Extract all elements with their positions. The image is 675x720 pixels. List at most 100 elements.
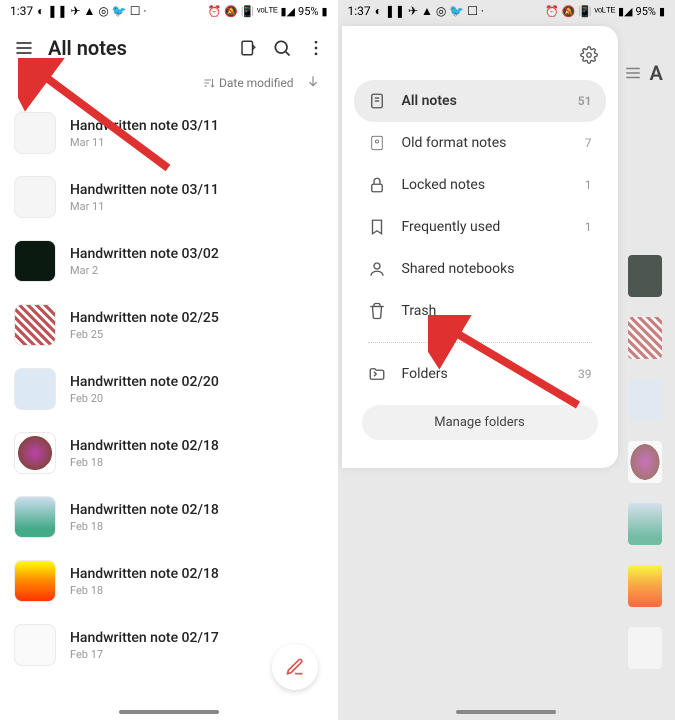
drawer-item-trash[interactable]: Trash bbox=[354, 290, 606, 332]
nav-bar-handle[interactable] bbox=[119, 710, 219, 714]
status-bar: 1:37 ◐ ❚❚ ✈ ▲ ◎ 🐦 ☐ · ⏰ 🔕 📳 ᵛᵒᴸᵀᴱ ▮◢ 95%… bbox=[0, 0, 338, 22]
page-title: All notes bbox=[48, 36, 224, 60]
status-left-icons: ◐ ❚❚ ✈ ▲ ◎ 🐦 ☐ · bbox=[375, 4, 484, 18]
battery-percent: 95% bbox=[636, 5, 656, 18]
drawer-item-label: Shared notebooks bbox=[402, 261, 576, 277]
note-date: Feb 20 bbox=[70, 392, 324, 405]
behind-content: A bbox=[618, 45, 675, 669]
notes-icon bbox=[368, 92, 386, 110]
note-date: Feb 18 bbox=[70, 584, 324, 597]
note-date: Mar 11 bbox=[70, 136, 324, 149]
note-title: Handwritten note 02/18 bbox=[70, 502, 324, 518]
phone-screen-list: 1:37 ◐ ❚❚ ✈ ▲ ◎ 🐦 ☐ · ⏰ 🔕 📳 ᵛᵒᴸᵀᴱ ▮◢ 95%… bbox=[0, 0, 338, 720]
note-title: Handwritten note 03/11 bbox=[70, 182, 324, 198]
peek-thumbnail bbox=[628, 255, 662, 297]
drawer-item-label: Trash bbox=[402, 303, 592, 319]
manage-folders-label: Manage folders bbox=[434, 415, 525, 430]
note-title: Handwritten note 02/17 bbox=[70, 630, 324, 646]
drawer-item-label: Locked notes bbox=[402, 177, 569, 193]
bookmark-icon bbox=[368, 218, 386, 236]
drawer-divider bbox=[368, 342, 592, 343]
note-item[interactable]: Handwritten note 03/11 Mar 11 bbox=[14, 101, 324, 165]
menu-icon[interactable] bbox=[14, 38, 34, 58]
note-thumbnail bbox=[14, 496, 56, 538]
trash-icon bbox=[368, 302, 386, 320]
drawer-item-count: 1 bbox=[585, 178, 592, 192]
old-format-icon bbox=[368, 134, 386, 152]
note-thumbnail bbox=[14, 240, 56, 282]
status-right-icons: ⏰ 🔕 📳 ᵛᵒᴸᵀᴱ ▮◢ 95% ▮ bbox=[208, 5, 328, 18]
note-title: Handwritten note 03/11 bbox=[70, 118, 324, 134]
status-bar: 1:37 ◐ ❚❚ ✈ ▲ ◎ 🐦 ☐ · ⏰ 🔕 📳 ᵛᵒᴸᵀᴱ ▮◢ 95%… bbox=[338, 0, 675, 22]
sort-row: Date modified bbox=[0, 70, 338, 101]
note-date: Mar 11 bbox=[70, 200, 324, 213]
peek-thumbnail bbox=[628, 317, 662, 359]
note-date: Mar 2 bbox=[70, 264, 324, 277]
pdf-icon[interactable] bbox=[238, 38, 258, 58]
shared-icon bbox=[368, 260, 386, 278]
nav-bar-handle[interactable] bbox=[456, 710, 556, 714]
settings-icon[interactable] bbox=[580, 46, 598, 64]
drawer-item-old-format[interactable]: Old format notes 7 bbox=[354, 122, 606, 164]
note-title: Handwritten note 02/20 bbox=[70, 374, 324, 390]
more-icon[interactable] bbox=[306, 38, 326, 58]
peek-thumbnail bbox=[628, 503, 662, 545]
compose-fab[interactable] bbox=[272, 644, 318, 690]
phone-screen-drawer: 1:37 ◐ ❚❚ ✈ ▲ ◎ 🐦 ☐ · ⏰ 🔕 📳 ᵛᵒᴸᵀᴱ ▮◢ 95%… bbox=[338, 0, 675, 720]
search-icon[interactable] bbox=[272, 38, 292, 58]
note-item[interactable]: Handwritten note 03/02 Mar 2 bbox=[14, 229, 324, 293]
drawer-item-folders[interactable]: Folders 39 bbox=[354, 353, 606, 395]
note-thumbnail bbox=[14, 432, 56, 474]
status-time: 1:37 bbox=[10, 4, 33, 18]
title-fragment: A bbox=[650, 61, 663, 85]
note-thumbnail bbox=[14, 112, 56, 154]
note-title: Handwritten note 02/25 bbox=[70, 310, 324, 326]
note-date: Feb 25 bbox=[70, 328, 324, 341]
folder-icon bbox=[368, 365, 386, 383]
note-thumbnail bbox=[14, 176, 56, 218]
status-time: 1:37 bbox=[348, 4, 371, 18]
drawer-item-all-notes[interactable]: All notes 51 bbox=[354, 80, 606, 122]
drawer-item-count: 7 bbox=[585, 136, 592, 150]
note-item[interactable]: Handwritten note 02/20 Feb 20 bbox=[14, 357, 324, 421]
manage-folders-button[interactable]: Manage folders bbox=[362, 405, 598, 440]
note-item[interactable]: Handwritten note 03/11 Mar 11 bbox=[14, 165, 324, 229]
note-date: Feb 18 bbox=[70, 520, 324, 533]
battery-percent: 95% bbox=[298, 5, 318, 18]
sort-direction-icon[interactable] bbox=[306, 74, 320, 91]
drawer-item-locked[interactable]: Locked notes 1 bbox=[354, 164, 606, 206]
peek-thumbnail bbox=[628, 627, 662, 669]
drawer-item-count: 1 bbox=[585, 220, 592, 234]
drawer-item-label: Folders bbox=[402, 366, 563, 382]
note-thumbnail bbox=[14, 368, 56, 410]
drawer-item-label: Frequently used bbox=[402, 219, 569, 235]
note-item[interactable]: Handwritten note 02/18 Feb 18 bbox=[14, 485, 324, 549]
note-item[interactable]: Handwritten note 02/25 Feb 25 bbox=[14, 293, 324, 357]
drawer-item-label: Old format notes bbox=[402, 135, 569, 151]
drawer-item-shared[interactable]: Shared notebooks bbox=[354, 248, 606, 290]
note-title: Handwritten note 03/02 bbox=[70, 246, 324, 262]
note-thumbnail bbox=[14, 560, 56, 602]
status-left-icons: ◐ ❚❚ ✈ ▲ ◎ 🐦 ☐ · bbox=[37, 4, 146, 18]
note-list[interactable]: Handwritten note 03/11 Mar 11 Handwritten… bbox=[0, 101, 338, 677]
peek-thumbnail bbox=[628, 441, 662, 483]
note-title: Handwritten note 02/18 bbox=[70, 566, 324, 582]
note-thumbnail bbox=[14, 304, 56, 346]
drawer-item-count: 39 bbox=[578, 367, 592, 381]
nav-drawer: All notes 51 Old format notes 7 Locked n… bbox=[342, 26, 618, 468]
drawer-item-count: 51 bbox=[578, 94, 592, 108]
sort-toggle[interactable]: Date modified bbox=[203, 76, 294, 90]
note-thumbnail bbox=[14, 624, 56, 666]
note-item[interactable]: Handwritten note 02/18 Feb 18 bbox=[14, 421, 324, 485]
sort-label: Date modified bbox=[219, 76, 294, 90]
peek-thumbnail bbox=[628, 379, 662, 421]
note-item[interactable]: Handwritten note 02/18 Feb 18 bbox=[14, 549, 324, 613]
lock-icon bbox=[368, 176, 386, 194]
drawer-item-frequent[interactable]: Frequently used 1 bbox=[354, 206, 606, 248]
note-title: Handwritten note 02/18 bbox=[70, 438, 324, 454]
app-bar: All notes bbox=[0, 22, 338, 70]
peek-thumbnail bbox=[628, 565, 662, 607]
note-date: Feb 18 bbox=[70, 456, 324, 469]
drawer-item-label: All notes bbox=[402, 93, 562, 109]
status-right-icons: ⏰ 🔕 📳 ᵛᵒᴸᵀᴱ ▮◢ 95% ▮ bbox=[545, 5, 665, 18]
